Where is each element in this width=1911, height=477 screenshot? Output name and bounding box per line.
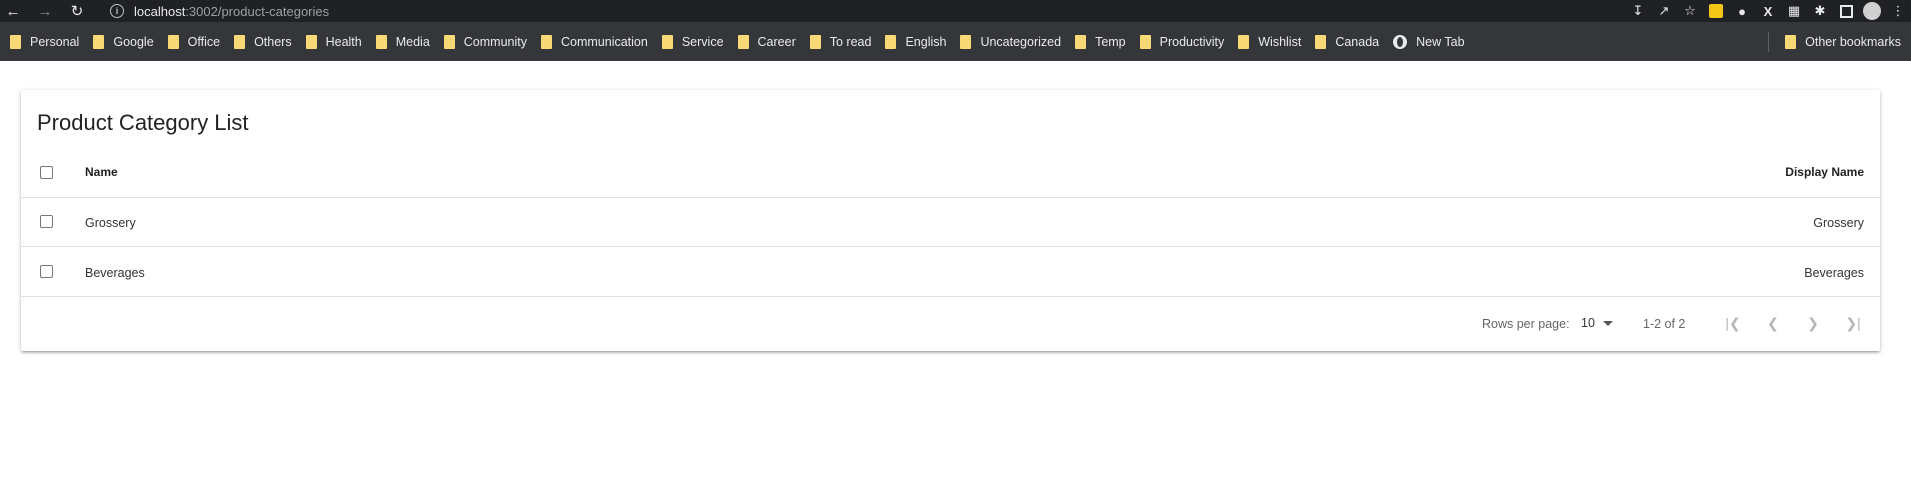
page-title: Product Category List (37, 110, 249, 135)
bookmark-service[interactable]: Service (658, 28, 734, 56)
qr-code-icon[interactable]: ▦ (1781, 0, 1807, 22)
side-panel-icon[interactable] (1833, 0, 1859, 22)
profile-avatar[interactable] (1859, 0, 1885, 22)
folder-icon (661, 34, 673, 49)
folder-icon (1315, 34, 1327, 49)
reload-icon[interactable]: ↻ (66, 0, 88, 22)
bookmark-career[interactable]: Career (734, 28, 806, 56)
other-bookmarks[interactable]: Other bookmarks (1781, 22, 1905, 61)
product-category-card: Product Category List Name Display Name … (21, 90, 1880, 351)
excel-extension-icon[interactable]: X (1755, 0, 1781, 22)
table-row[interactable]: Grossery Grossery (21, 198, 1880, 247)
bookmark-others[interactable]: Others (230, 28, 302, 56)
column-header-name[interactable]: Name (85, 165, 118, 179)
forward-icon[interactable]: → (34, 0, 56, 22)
extension-icon[interactable]: ● (1729, 0, 1755, 22)
bookmark-canada[interactable]: Canada (1311, 28, 1389, 56)
folder-icon (375, 34, 387, 49)
table-header-row: Name Display Name (21, 148, 1880, 198)
rows-per-page-value: 10 (1581, 316, 1595, 330)
bookmark-productivity[interactable]: Productivity (1136, 28, 1235, 56)
bookmark-wishlist[interactable]: Wishlist (1234, 28, 1311, 56)
back-icon[interactable]: ← (2, 0, 24, 22)
folder-icon (1238, 34, 1250, 49)
folder-icon (960, 34, 972, 49)
folder-icon (1075, 34, 1087, 49)
folder-icon (809, 34, 821, 49)
pagination-range: 1-2 of 2 (1643, 317, 1686, 331)
cell-name: Grossery (85, 216, 136, 230)
folder-icon (885, 34, 897, 49)
globe-icon (1393, 34, 1408, 49)
cell-display-name: Grossery (1813, 216, 1864, 230)
folder-icon (443, 34, 455, 49)
folder-icon (234, 34, 246, 49)
pagination-bar: Rows per page: 10 1-2 of 2 |❮ ❮ ❯ ❯| (21, 297, 1880, 351)
share-icon[interactable]: ↗ (1651, 0, 1677, 22)
table-row[interactable]: Beverages Beverages (21, 247, 1880, 297)
address-bar[interactable]: i localhost:3002/product-categories (100, 0, 1540, 22)
bookmark-to-read[interactable]: To read (806, 28, 882, 56)
site-info-icon[interactable]: i (110, 4, 124, 18)
first-page-icon[interactable]: |❮ (1721, 311, 1745, 335)
bookmark-temp[interactable]: Temp (1071, 28, 1136, 56)
column-header-display-name[interactable]: Display Name (1785, 165, 1864, 179)
folder-icon (737, 34, 749, 49)
bookmark-health[interactable]: Health (302, 28, 372, 56)
bookmark-office[interactable]: Office (164, 28, 230, 56)
bookmark-uncategorized[interactable]: Uncategorized (956, 28, 1071, 56)
next-page-icon[interactable]: ❯ (1801, 311, 1825, 335)
bookmark-communication[interactable]: Communication (537, 28, 658, 56)
install-app-icon[interactable]: ↧ (1625, 0, 1651, 22)
folder-icon (1785, 34, 1797, 49)
folder-icon (10, 34, 21, 49)
folder-icon (305, 34, 317, 49)
folder-icon (1139, 34, 1151, 49)
row-checkbox[interactable] (40, 215, 53, 228)
browser-toolbar: ← → ↻ i localhost:3002/product-categorie… (0, 0, 1911, 22)
row-checkbox[interactable] (40, 265, 53, 278)
toolbar-right-icons: ↧ ↗ ☆ ● X ▦ ✱ ⋮ (1625, 0, 1911, 22)
folder-icon (93, 34, 105, 49)
rows-per-page-select[interactable]: 10 (1581, 316, 1613, 330)
bookmark-english[interactable]: English (881, 28, 956, 56)
menu-kebab-icon[interactable]: ⋮ (1885, 0, 1911, 22)
url-host: localhost (134, 3, 186, 19)
extension-keep-icon[interactable] (1703, 0, 1729, 22)
cell-name: Beverages (85, 266, 145, 280)
dropdown-caret-icon (1602, 320, 1613, 326)
bookmark-star-icon[interactable]: ☆ (1677, 0, 1703, 22)
folder-icon (541, 34, 552, 49)
select-all-checkbox[interactable] (40, 166, 53, 179)
bookmarks-bar: Personal Google Office Others Health Med… (0, 22, 1911, 61)
url-path: :3002/product-categories (185, 3, 330, 19)
bookmark-media[interactable]: Media (372, 28, 440, 56)
extensions-puzzle-icon[interactable]: ✱ (1807, 0, 1833, 22)
bookmark-new-tab[interactable]: New Tab (1389, 28, 1474, 56)
bookmark-community[interactable]: Community (440, 28, 537, 56)
bookmarks-divider (1768, 32, 1769, 52)
last-page-icon[interactable]: ❯| (1841, 311, 1865, 335)
rows-per-page-label: Rows per page: (1482, 317, 1570, 331)
previous-page-icon[interactable]: ❮ (1761, 311, 1785, 335)
cell-display-name: Beverages (1804, 266, 1864, 280)
bookmark-google[interactable]: Google (89, 28, 163, 56)
bookmark-personal[interactable]: Personal (6, 28, 89, 56)
folder-icon (167, 34, 179, 49)
